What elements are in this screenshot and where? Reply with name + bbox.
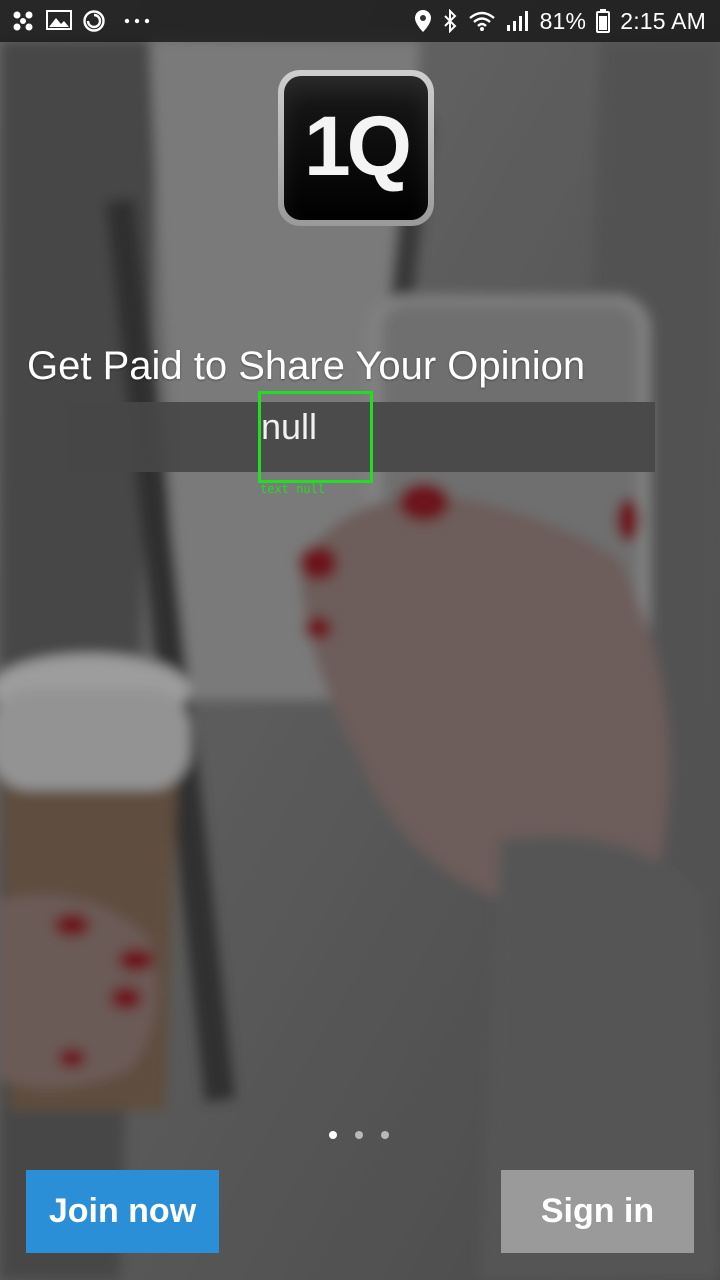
wifi-icon (468, 10, 496, 32)
battery-icon (596, 9, 611, 33)
sync-circle-icon (82, 9, 106, 33)
join-now-button[interactable]: Join now (26, 1170, 219, 1253)
page-indicator[interactable] (0, 1131, 720, 1145)
onboarding-subtext: null (261, 406, 318, 447)
sign-in-button[interactable]: Sign in (501, 1170, 694, 1253)
status-bar: 81% 2:15 AM (0, 0, 720, 42)
gallery-mail-icon (44, 10, 72, 32)
page-dot-2[interactable] (355, 1131, 363, 1139)
more-dots-icon (124, 18, 150, 24)
page-dot-3[interactable] (381, 1131, 389, 1139)
status-bar-right: 81% 2:15 AM (414, 8, 706, 35)
bluetooth-icon (442, 9, 458, 33)
onboarding-headline: Get Paid to Share Your Opinion (27, 344, 586, 388)
pinwheel-icon (12, 10, 34, 32)
app-logo-text: 1Q (303, 98, 412, 193)
app-logo: 1Q (278, 70, 434, 226)
battery-percent: 81% (539, 7, 587, 34)
debug-label: text null (260, 482, 326, 496)
clock: 2:15 AM (620, 7, 706, 34)
status-bar-left (12, 9, 150, 33)
location-icon (414, 9, 432, 33)
page-dot-1[interactable] (329, 1131, 337, 1139)
app-logo-face: 1Q (284, 76, 428, 220)
signal-icon (506, 10, 530, 32)
subtitle-band (66, 402, 655, 472)
